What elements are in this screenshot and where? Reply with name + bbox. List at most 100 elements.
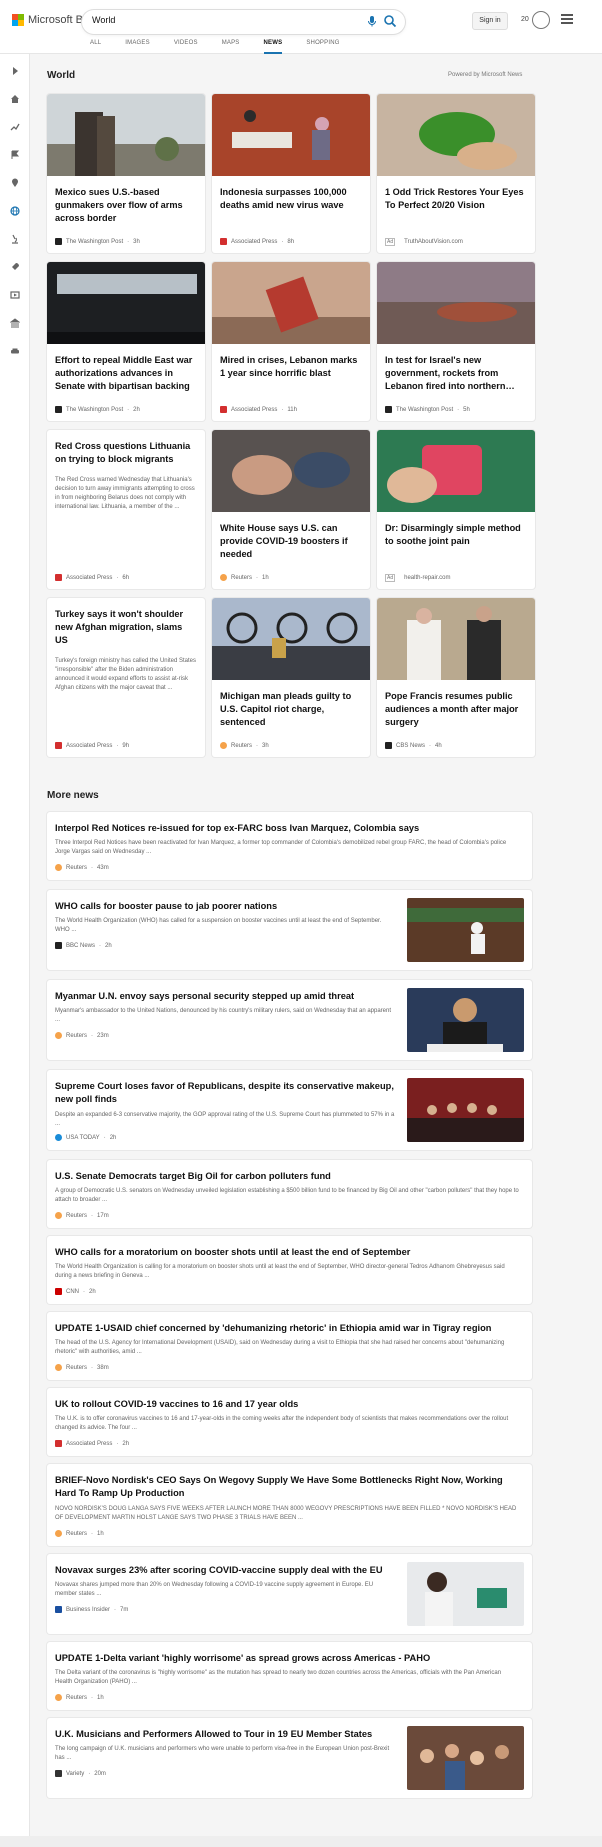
more-news-title: More news [47, 790, 99, 801]
news-list-item[interactable]: BRIEF-Novo Nordisk's CEO Says On Wegovy … [47, 1464, 532, 1546]
scope-news[interactable]: NEWS [263, 40, 283, 54]
news-title[interactable]: Myanmar U.N. envoy says personal securit… [55, 990, 395, 1003]
news-card[interactable]: Indonesia surpasses 100,000 deaths amid … [212, 94, 370, 253]
card-title[interactable]: Dr: Disarmingly simple method to soothe … [385, 522, 527, 548]
news-thumbnail [407, 898, 524, 962]
news-list-item[interactable]: Novavax surges 23% after scoring COVID-v… [47, 1554, 532, 1634]
scope-maps[interactable]: MAPS [222, 40, 240, 54]
news-source: CNN · 2h [55, 1288, 96, 1295]
news-card[interactable]: Mired in crises, Lebanon marks 1 year si… [212, 262, 370, 421]
variety-logo-icon [55, 1770, 62, 1777]
ad-card[interactable]: 1 Odd Trick Restores Your Eyes To Perfec… [377, 94, 535, 253]
news-title[interactable]: BRIEF-Novo Nordisk's CEO Says On Wegovy … [55, 1474, 520, 1500]
news-source: Reuters · 1h [55, 1530, 104, 1537]
card-source: Associated Press · 6h [55, 574, 129, 581]
news-list-item[interactable]: WHO calls for a moratorium on booster sh… [47, 1236, 532, 1304]
card-title[interactable]: Turkey says it won't shoulder new Afghan… [55, 608, 197, 647]
card-source: The Washington Post · 5h [385, 406, 470, 413]
bbc-news-logo-icon [55, 942, 62, 949]
card-source: Reuters · 1h [220, 574, 269, 581]
news-summary: The head of the U.S. Agency for Internat… [55, 1340, 505, 1355]
hamburger-menu-icon[interactable] [561, 14, 573, 24]
news-source: Reuters · 43m [55, 864, 109, 871]
news-title[interactable]: Novavax surges 23% after scoring COVID-v… [55, 1564, 395, 1577]
associated-press-logo-icon [220, 406, 227, 413]
trending-icon[interactable] [10, 122, 20, 132]
news-title[interactable]: Interpol Red Notices re-issued for top e… [55, 822, 520, 835]
news-card[interactable]: Turkey says it won't shoulder new Afghan… [47, 598, 205, 757]
expand-arrow-icon[interactable] [10, 66, 20, 76]
card-title[interactable]: Pope Francis resumes public audiences a … [385, 690, 527, 729]
flag-icon[interactable] [10, 150, 20, 160]
news-title[interactable]: UK to rollout COVID-19 vaccines to 16 an… [55, 1398, 520, 1411]
cnn-logo-icon [55, 1288, 62, 1295]
card-title[interactable]: Effort to repeal Middle East war authori… [55, 354, 197, 393]
news-list-item[interactable]: UK to rollout COVID-19 vaccines to 16 an… [47, 1388, 532, 1456]
card-title[interactable]: 1 Odd Trick Restores Your Eyes To Perfec… [385, 186, 527, 212]
card-title[interactable]: Michigan man pleads guilty to U.S. Capit… [220, 690, 362, 729]
card-title[interactable]: White House says U.S. can provide COVID-… [220, 522, 362, 561]
search-icon[interactable] [383, 14, 397, 28]
scope-shopping[interactable]: SHOPPING [306, 40, 339, 54]
home-icon[interactable] [10, 94, 20, 104]
news-title[interactable]: WHO calls for booster pause to jab poore… [55, 900, 395, 913]
rocket-icon[interactable] [10, 262, 20, 272]
search-input[interactable]: World [82, 10, 405, 34]
rewards-count[interactable]: 20 [521, 16, 529, 23]
news-list-item[interactable]: Supreme Court loses favor of Republicans… [47, 1070, 532, 1150]
news-source: Reuters · 38m [55, 1364, 109, 1371]
card-source: Associated Press · 9h [55, 742, 129, 749]
news-thumbnail [407, 1078, 524, 1142]
card-title[interactable]: In test for Israel's new government, roc… [385, 354, 527, 393]
news-list-item[interactable]: Myanmar U.N. envoy says personal securit… [47, 980, 532, 1060]
news-title[interactable]: U.K. Musicians and Performers Allowed to… [55, 1728, 395, 1741]
news-summary: The Delta variant of the coronavirus is … [55, 1670, 502, 1685]
microphone-icon[interactable] [365, 14, 379, 28]
news-card[interactable]: Pope Francis resumes public audiences a … [377, 598, 535, 757]
ad-card[interactable]: Dr: Disarmingly simple method to soothe … [377, 430, 535, 589]
news-source: Reuters · 17m [55, 1212, 109, 1219]
search-query[interactable]: World [92, 15, 115, 25]
news-list-item[interactable]: U.K. Musicians and Performers Allowed to… [47, 1718, 532, 1798]
card-source: The Washington Post · 2h [55, 406, 140, 413]
scope-all[interactable]: ALL [90, 40, 101, 54]
card-title[interactable]: Indonesia surpasses 100,000 deaths amid … [220, 186, 362, 212]
news-list-item[interactable]: UPDATE 1-USAID chief concerned by 'dehum… [47, 1312, 532, 1380]
powered-by[interactable]: Powered by Microsoft News [448, 72, 522, 78]
car-icon[interactable] [10, 346, 20, 356]
associated-press-logo-icon [55, 1440, 62, 1447]
scope-images[interactable]: IMAGES [125, 40, 150, 54]
news-title[interactable]: U.S. Senate Democrats target Big Oil for… [55, 1170, 520, 1183]
news-title[interactable]: Supreme Court loses favor of Republicans… [55, 1080, 395, 1106]
washington-post-logo-icon [55, 406, 62, 413]
news-title[interactable]: WHO calls for a moratorium on booster sh… [55, 1246, 520, 1259]
news-summary: The World Health Organization is calling… [55, 1264, 505, 1279]
rewards-medal-icon[interactable] [532, 11, 550, 29]
video-icon[interactable] [10, 290, 20, 300]
card-summary: Turkey's foreign ministry has called the… [55, 658, 196, 691]
news-card[interactable]: Mexico sues U.S.-based gunmakers over fl… [47, 94, 205, 253]
news-title[interactable]: UPDATE 1-Delta variant 'highly worrisome… [55, 1652, 520, 1665]
sign-in-button[interactable]: Sign in [472, 12, 508, 30]
card-title[interactable]: Mired in crises, Lebanon marks 1 year si… [220, 354, 362, 380]
news-list-item[interactable]: U.S. Senate Democrats target Big Oil for… [47, 1160, 532, 1228]
news-list-item[interactable]: UPDATE 1-Delta variant 'highly worrisome… [47, 1642, 532, 1710]
news-list-item[interactable]: Interpol Red Notices re-issued for top e… [47, 812, 532, 880]
news-list-item[interactable]: WHO calls for booster pause to jab poore… [47, 890, 532, 970]
scope-videos[interactable]: VIDEOS [174, 40, 198, 54]
news-card[interactable]: Michigan man pleads guilty to U.S. Capit… [212, 598, 370, 757]
card-title[interactable]: Mexico sues U.S.-based gunmakers over fl… [55, 186, 197, 225]
news-card[interactable]: In test for Israel's new government, roc… [377, 262, 535, 421]
card-title[interactable]: Red Cross questions Lithuania on trying … [55, 440, 197, 466]
globe-icon[interactable] [10, 206, 20, 216]
microscope-icon[interactable] [10, 234, 20, 244]
news-card[interactable]: Red Cross questions Lithuania on trying … [47, 430, 205, 589]
news-title[interactable]: UPDATE 1-USAID chief concerned by 'dehum… [55, 1322, 520, 1335]
news-thumbnail [407, 1562, 524, 1626]
news-image [212, 598, 370, 680]
location-pin-icon[interactable] [10, 178, 20, 188]
bank-icon[interactable] [10, 318, 20, 328]
news-card[interactable]: Effort to repeal Middle East war authori… [47, 262, 205, 421]
reuters-logo-icon [55, 1212, 62, 1219]
news-card[interactable]: White House says U.S. can provide COVID-… [212, 430, 370, 589]
